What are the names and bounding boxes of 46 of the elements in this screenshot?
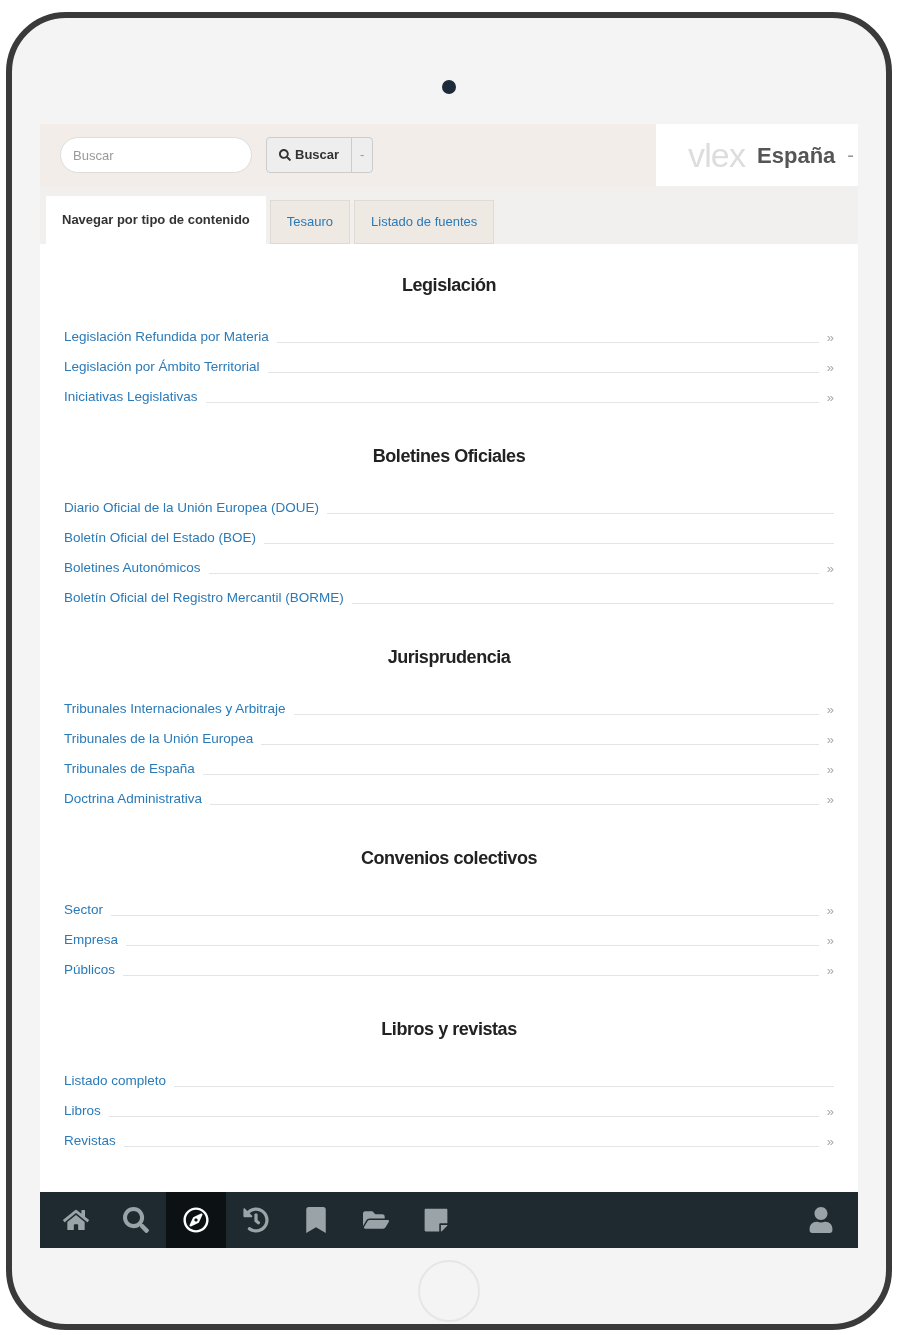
category-link[interactable]: Diario Oficial de la Unión Europea (DOUE)	[64, 497, 320, 518]
more-icon[interactable]: »	[826, 327, 834, 347]
more-icon[interactable]: »	[826, 900, 834, 920]
category-link[interactable]: Boletín Oficial del Estado (BOE)	[64, 527, 257, 548]
more-icon[interactable]: »	[826, 699, 834, 719]
category-link[interactable]: Doctrina Administrativa	[64, 788, 203, 809]
more-icon[interactable]: »	[826, 930, 834, 950]
compass-icon[interactable]	[166, 1192, 226, 1248]
category-link[interactable]: Boletín Oficial del Registro Mercantil (BORME)	[64, 587, 344, 608]
tab[interactable]: Tesauro	[269, 200, 351, 244]
search-field[interactable]: Buscar	[60, 137, 252, 173]
category-link[interactable]: Listado completo	[64, 1070, 167, 1091]
category-link[interactable]: Públicos	[64, 959, 116, 980]
more-icon[interactable]: »	[826, 558, 834, 578]
section-heading: Convenios colectivos	[359, 847, 539, 870]
camera-icon	[442, 80, 456, 94]
more-icon[interactable]: »	[826, 387, 834, 407]
more-icon[interactable]: »	[826, 789, 834, 809]
search-button[interactable]: Buscar	[267, 138, 352, 172]
category-link[interactable]: Sector	[64, 899, 104, 920]
category-link[interactable]: Tribunales de España	[64, 758, 195, 779]
category-link[interactable]: Tribunales Internacionales y Arbitraje	[64, 698, 286, 719]
tab[interactable]: Listado de fuentes	[354, 200, 495, 244]
more-icon[interactable]: »	[826, 960, 834, 980]
section-heading: Boletines Oficiales	[371, 445, 527, 468]
more-icon[interactable]: »	[826, 729, 834, 749]
caret-icon[interactable]: -	[847, 140, 854, 170]
tab[interactable]: Navegar por tipo de contenido	[46, 196, 266, 244]
dropdown-button[interactable]: -	[351, 138, 373, 172]
more-icon[interactable]: »	[826, 1101, 834, 1121]
category-link[interactable]: Boletines Autonómicos	[64, 557, 201, 578]
section-heading: Libros y revistas	[380, 1018, 518, 1041]
section-heading: Legislación	[400, 274, 498, 297]
search-icon	[279, 149, 291, 161]
category-link[interactable]: Iniciativas Legislativas	[64, 386, 198, 407]
category-link[interactable]: Tribunales de la Unión Europea	[64, 728, 254, 749]
category-link[interactable]: Empresa	[64, 929, 119, 950]
country-label: España	[757, 141, 836, 170]
more-icon[interactable]: »	[826, 1131, 834, 1151]
more-icon[interactable]: »	[826, 357, 834, 377]
section-heading: Jurisprudencia	[386, 646, 512, 669]
more-icon[interactable]: »	[826, 759, 834, 779]
category-link[interactable]: Legislación Refundida por Materia	[64, 326, 269, 347]
category-link[interactable]: Revistas	[64, 1130, 116, 1151]
category-link[interactable]: Libros	[64, 1100, 101, 1121]
category-link[interactable]: Legislación por Ámbito Territorial	[64, 356, 260, 377]
